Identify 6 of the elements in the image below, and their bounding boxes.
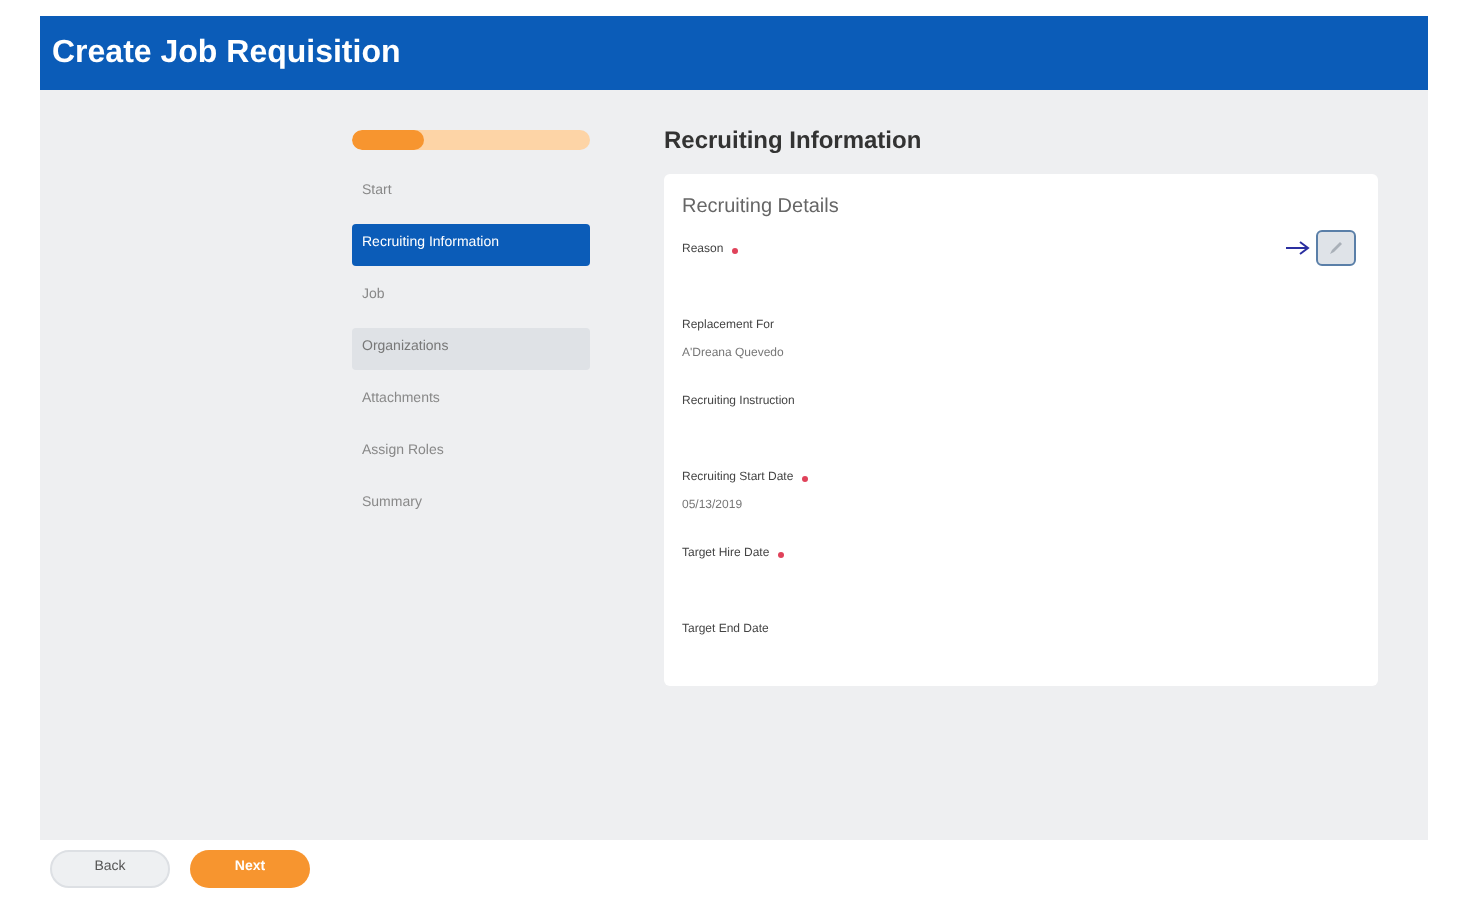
arrow-drawing: [1284, 240, 1312, 256]
card-title: Recruiting Details: [682, 194, 841, 222]
edit-button[interactable]: [1316, 230, 1356, 266]
pencil-icon: [1328, 240, 1344, 256]
page-title: Create Job Requisition: [52, 33, 401, 73]
section-title: Recruiting Information: [664, 124, 924, 158]
